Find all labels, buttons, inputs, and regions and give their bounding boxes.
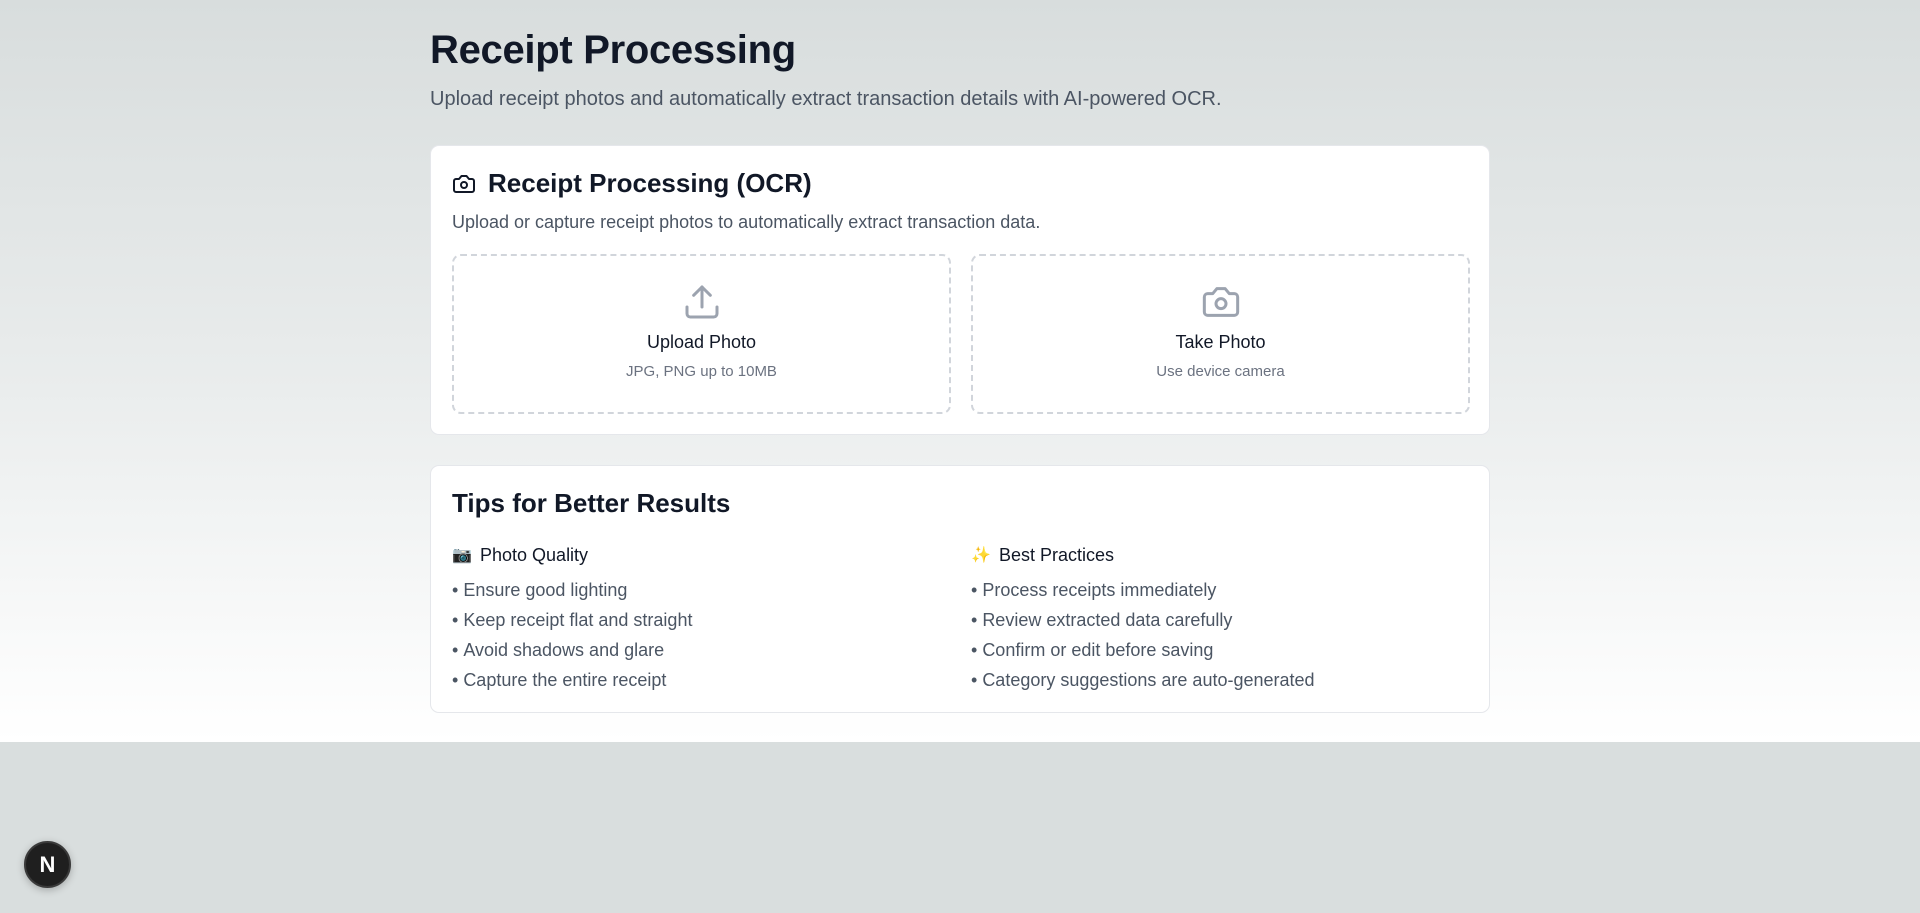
take-photo-dropzone[interactable]: Take Photo Use device camera xyxy=(971,254,1470,414)
best-practices-heading: ✨ Best Practices xyxy=(971,542,1451,568)
take-photo-label: Take Photo xyxy=(1175,332,1266,352)
bullet: • xyxy=(452,640,459,660)
page-subtitle: Upload receipt photos and automatically … xyxy=(430,88,1222,110)
list-item: • Ensure good lighting xyxy=(452,577,932,607)
tip-text: Confirm or edit before saving xyxy=(982,640,1214,660)
page-title: Receipt Processing xyxy=(430,28,796,72)
bullet: • xyxy=(971,640,978,660)
ocr-card-description: Upload or capture receipt photos to auto… xyxy=(452,212,1041,232)
bullet: • xyxy=(452,580,459,600)
camera-icon xyxy=(452,172,476,196)
tip-text: Avoid shadows and glare xyxy=(463,640,665,660)
best-practices-list: • Process receipts immediately • Review ex… xyxy=(971,577,1451,697)
upload-photo-dropzone[interactable]: Upload Photo JPG, PNG up to 10MB xyxy=(452,254,951,414)
list-item: • Keep receipt flat and straight xyxy=(452,607,932,637)
list-item: • Category suggestions are auto-generated xyxy=(971,667,1451,697)
photo-quality-list: • Ensure good lighting • Keep receipt flat… xyxy=(452,577,932,697)
best-practices-heading-label: Best Practices xyxy=(999,544,1115,565)
bullet: • xyxy=(452,670,459,690)
sparkles-emoji-icon: ✨ xyxy=(971,547,991,564)
upload-icon xyxy=(682,282,722,322)
list-item: • Confirm or edit before saving xyxy=(971,637,1451,667)
best-practices-section: ✨ Best Practices • Process receipts immed… xyxy=(971,542,1451,697)
nextjs-dev-tools-button[interactable]: N xyxy=(24,841,71,888)
list-item: • Capture the entire receipt xyxy=(452,667,932,697)
tips-card: Tips for Better Results 📷 Photo Quality … xyxy=(430,465,1490,713)
ocr-card-title: Receipt Processing (OCR) xyxy=(488,168,812,198)
bullet: • xyxy=(971,580,978,600)
tips-card-title: Tips for Better Results xyxy=(452,488,731,518)
list-item: • Process receipts immediately xyxy=(971,577,1451,607)
tip-text: Ensure good lighting xyxy=(463,580,628,600)
bullet: • xyxy=(971,610,978,630)
upload-photo-label: Upload Photo xyxy=(646,332,757,352)
tip-text: Review extracted data carefully xyxy=(982,610,1233,630)
ocr-card: Receipt Processing (OCR) Upload or captu… xyxy=(430,145,1490,435)
bullet: • xyxy=(971,670,978,690)
ocr-card-header: Receipt Processing (OCR) xyxy=(452,168,812,199)
photo-quality-heading: 📷 Photo Quality xyxy=(452,542,932,568)
nextjs-icon: N xyxy=(39,851,56,877)
camera-emoji-icon: 📷 xyxy=(452,547,472,564)
tip-text: Category suggestions are auto-generated xyxy=(982,670,1315,690)
bullet: • xyxy=(452,610,459,630)
camera-icon xyxy=(1201,282,1241,322)
photo-quality-section: 📷 Photo Quality • Ensure good lighting • K… xyxy=(452,542,932,697)
tip-text: Capture the entire receipt xyxy=(463,670,667,690)
tip-text: Process receipts immediately xyxy=(982,580,1217,600)
list-item: • Avoid shadows and glare xyxy=(452,637,932,667)
list-item: • Review extracted data carefully xyxy=(971,607,1451,637)
take-photo-hint: Use device camera xyxy=(1156,363,1285,380)
tip-text: Keep receipt flat and straight xyxy=(463,610,693,630)
photo-quality-heading-label: Photo Quality xyxy=(480,544,589,565)
upload-photo-hint: JPG, PNG up to 10MB xyxy=(626,363,777,380)
